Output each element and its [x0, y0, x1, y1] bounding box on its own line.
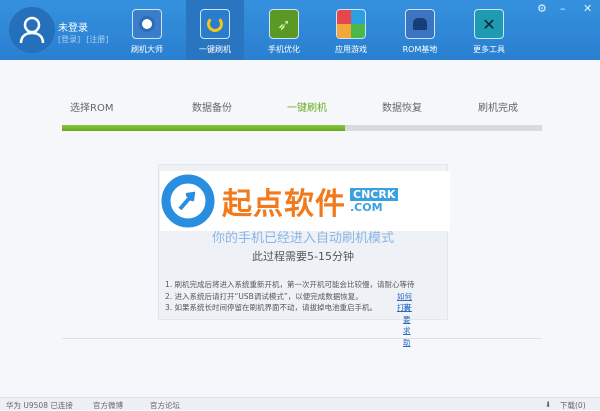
- weibo-link[interactable]: 官方微博: [93, 400, 123, 411]
- help-link[interactable]: 我要求助: [403, 302, 415, 348]
- header: 未登录 [登录] [注册] 刷机大师 一键刷机 ➶ 手机优化 应用游戏 ROM基地 …: [0, 0, 600, 60]
- duration-text: 此过程需要5-15分钟: [252, 250, 354, 263]
- register-link[interactable]: [注册]: [86, 35, 108, 44]
- divider: [62, 338, 542, 339]
- note-3: 3. 如果系统长时间停留在刷机界面不动，请拔掉电池重启手机。: [165, 303, 378, 312]
- step-flash: 一键刷机: [287, 103, 327, 114]
- settings-icon[interactable]: ⚙: [537, 2, 547, 15]
- nav-one-click-flash[interactable]: 一键刷机: [186, 0, 244, 60]
- user-name: 未登录: [58, 23, 88, 34]
- step-restore: 数据恢复: [382, 103, 422, 114]
- nav-apps-games[interactable]: 应用游戏: [322, 0, 380, 60]
- nav-label: 应用游戏: [335, 45, 367, 54]
- nav-rom-base[interactable]: ROM基地: [391, 0, 449, 60]
- forum-link[interactable]: 官方论坛: [150, 400, 180, 411]
- login-link[interactable]: [登录]: [58, 35, 80, 44]
- android-icon: [405, 9, 435, 39]
- status-bar: 华为 U9508 已连接 官方微博 官方论坛 ⬇ 下载(0): [0, 397, 600, 410]
- close-icon[interactable]: ✕: [583, 2, 592, 15]
- device-status: 华为 U9508 已连接: [6, 401, 73, 410]
- refresh-icon: [200, 9, 230, 39]
- progress-bar: [62, 125, 542, 131]
- nav-flash-master[interactable]: 刷机大师: [118, 0, 176, 60]
- step-select-rom: 选择ROM: [70, 103, 114, 114]
- step-done: 刷机完成: [478, 103, 518, 114]
- rocket-icon: ➶: [269, 9, 299, 39]
- minimize-icon[interactable]: –: [560, 2, 566, 15]
- note-2: 2. 进入系统后请打开“USB调试模式”，以便完成数据恢复。: [165, 291, 363, 301]
- user-icon: [19, 16, 45, 44]
- nav-label: 手机优化: [268, 45, 300, 54]
- note-1: 1. 刷机完成后将进入系统重新开机，第一次开机可能会比较慢，请耐心等待: [165, 280, 415, 289]
- apps-icon: [336, 9, 366, 39]
- download-count[interactable]: 下载(0): [560, 400, 586, 411]
- logo-icon: [161, 174, 215, 228]
- progress-fill: [62, 125, 346, 131]
- nav-label: ROM基地: [402, 45, 438, 54]
- cloud-icon: [132, 9, 162, 39]
- step-backup: 数据备份: [192, 103, 232, 114]
- nav-label: 一键刷机: [199, 45, 231, 54]
- avatar[interactable]: [9, 7, 55, 53]
- nav-label: 更多工具: [473, 45, 505, 54]
- nav-label: 刷机大师: [131, 45, 163, 54]
- watermark-logo: 起点软件 CNCRK .COM: [160, 171, 450, 231]
- download-icon[interactable]: ⬇: [545, 400, 551, 409]
- nav-optimize[interactable]: ➶ 手机优化: [255, 0, 313, 60]
- nav-more-tools[interactable]: ✕ 更多工具: [460, 0, 518, 60]
- notes: 1. 刷机完成后将进入系统重新开机，第一次开机可能会比较慢，请耐心等待 2. 进…: [165, 279, 415, 347]
- tools-icon: ✕: [474, 9, 504, 39]
